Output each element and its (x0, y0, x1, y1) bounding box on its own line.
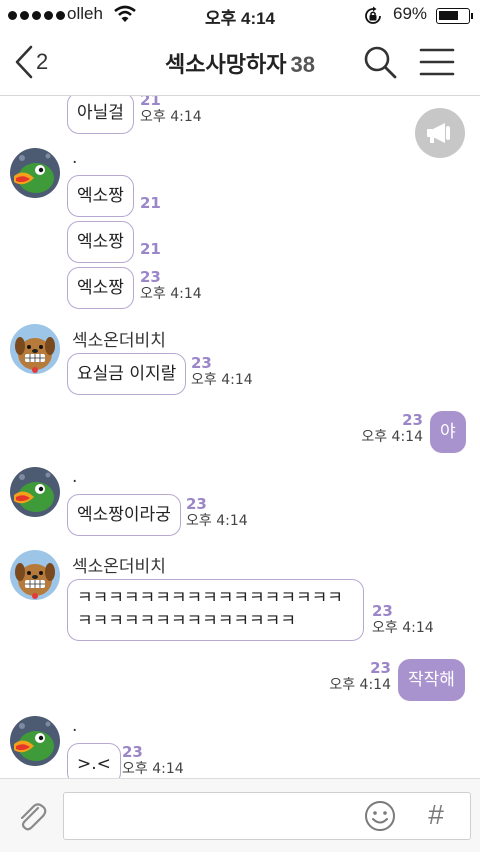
menu-button[interactable] (418, 44, 458, 80)
message-time: 오후 4:14 (122, 761, 184, 777)
message-meta: 23 오후 4:14 (300, 660, 391, 694)
message-meta: 23 오후 4:14 (122, 744, 184, 778)
battery-fill (439, 11, 458, 20)
message-time: 오후 4:14 (329, 677, 391, 693)
message-meta: 21 (140, 241, 161, 258)
my-message-bubble[interactable]: 작작해 (398, 659, 465, 701)
sender-name: . (72, 716, 78, 736)
chat-header: 2 섹소사망하자 38 (0, 30, 480, 96)
avatar[interactable] (10, 148, 60, 198)
message-meta: 23 오후 4:14 (140, 269, 202, 303)
unread-count: 23 (122, 743, 143, 761)
unread-count: 23 (186, 495, 207, 513)
message-meta: 23 오후 4:14 (372, 603, 434, 637)
message-bubble[interactable]: 아닐걸 (67, 92, 134, 134)
unread-count: 23 (402, 411, 423, 429)
fire-dragon-avatar-icon (10, 467, 60, 517)
dog-avatar-icon (10, 324, 60, 374)
orientation-lock-icon (365, 6, 381, 24)
chat-title: 섹소사망하자 38 (0, 47, 480, 79)
menu-icon (419, 48, 455, 76)
message-bubble[interactable]: 엑소짱 (67, 221, 134, 263)
notice-button[interactable] (415, 108, 465, 158)
message-time: 오후 4:14 (361, 429, 423, 445)
megaphone-icon (427, 123, 450, 143)
fire-dragon-avatar-icon (10, 148, 60, 198)
message-time: 오후 4:14 (191, 372, 253, 388)
room-name: 섹소사망하자 (165, 53, 287, 78)
unread-count: 23 (140, 268, 161, 286)
dog-avatar-icon (10, 550, 60, 600)
avatar[interactable] (10, 324, 60, 374)
sender-name: . (72, 467, 78, 487)
message-meta: 23 오후 4:14 (186, 496, 248, 530)
message-input[interactable] (63, 792, 471, 840)
my-message-bubble[interactable]: 야 (430, 411, 466, 453)
status-bar: olleh 오후 4:14 69% (0, 0, 480, 30)
avatar[interactable] (10, 550, 60, 600)
hashtag-search-button[interactable]: # (422, 797, 450, 833)
sender-name: . (72, 148, 78, 168)
avatar[interactable] (10, 467, 60, 517)
search-button[interactable] (362, 44, 402, 80)
battery-icon (436, 8, 473, 24)
emoji-icon (365, 801, 395, 831)
message-bubble[interactable]: ㅋㅋㅋㅋㅋㅋㅋㅋㅋㅋㅋㅋㅋㅋㅋㅋㅋㅋㅋㅋㅋㅋㅋㅋㅋㅋㅋㅋㅋㅋㅋ (67, 579, 364, 641)
message-meta: 21 (140, 195, 161, 212)
battery-percent: 69% (393, 4, 428, 23)
sender-name: 섹소온더비치 (72, 557, 166, 577)
emoji-button[interactable] (364, 800, 396, 832)
attach-button[interactable] (14, 799, 50, 835)
message-bubble[interactable]: 엑소짱 (67, 175, 134, 217)
message-time: 오후 4:14 (186, 513, 248, 529)
search-icon (364, 46, 397, 79)
unread-count: 21 (140, 240, 161, 258)
unread-count: 23 (370, 659, 391, 677)
message-meta: 21 오후 4:14 (140, 92, 202, 126)
message-time: 오후 4:14 (140, 109, 202, 125)
message-bubble[interactable]: 엑소짱 (67, 267, 134, 309)
paperclip-icon (20, 803, 47, 831)
message-bubble[interactable]: 엑소짱이라궁 (67, 494, 181, 536)
message-meta: 23 오후 4:14 (191, 355, 253, 389)
message-meta: 23 오후 4:14 (340, 412, 423, 446)
member-count: 38 (290, 52, 315, 77)
fire-dragon-avatar-icon (10, 716, 60, 766)
sender-name: 섹소온더비치 (72, 331, 166, 351)
unread-count: 23 (372, 602, 393, 620)
input-bar: # (0, 778, 480, 852)
avatar[interactable] (10, 716, 60, 766)
unread-count: 21 (140, 194, 161, 212)
unread-count: 23 (191, 354, 212, 372)
message-time: 오후 4:14 (140, 286, 202, 302)
message-time: 오후 4:14 (372, 620, 434, 636)
message-bubble[interactable]: 요실금 이지랄 (67, 353, 187, 395)
